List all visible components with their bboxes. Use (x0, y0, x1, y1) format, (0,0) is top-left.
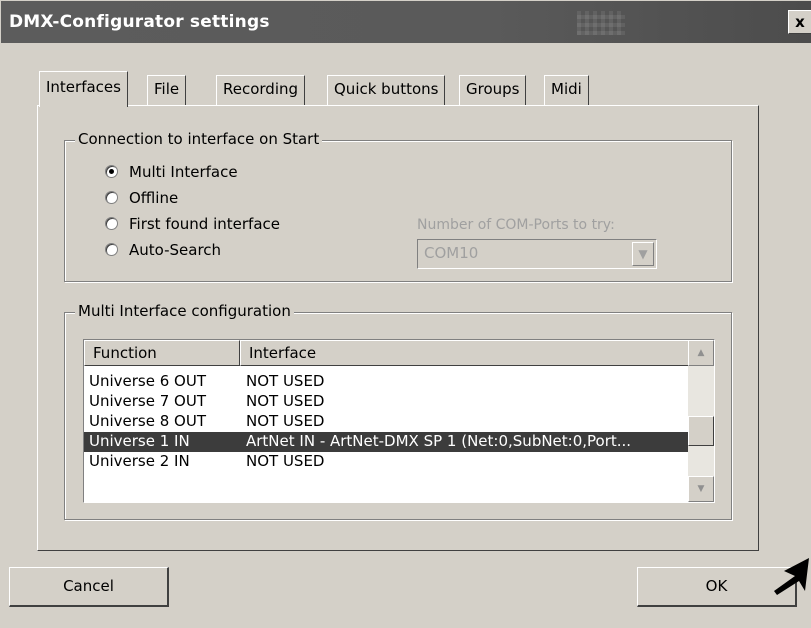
tab-groups[interactable]: Groups (459, 75, 527, 105)
cell-function: Universe 6 OUT (89, 372, 206, 390)
com-ports-dropdown[interactable]: COM10 ▼ (417, 239, 657, 269)
settings-dialog: DMX-Configurator settings x Interfaces F… (0, 0, 811, 628)
cell-interface: ArtNet IN - ArtNet-DMX SP 1 (Net:0,SubNe… (246, 432, 632, 450)
list-row[interactable]: Universe 6 OUT NOT USED (84, 372, 704, 392)
tab-recording[interactable]: Recording (216, 75, 306, 105)
chevron-down-icon[interactable]: ▼ (632, 242, 654, 266)
vertical-scrollbar[interactable]: ▲ ▼ (688, 340, 714, 502)
radio-button[interactable] (105, 243, 118, 256)
cell-function: Universe 1 IN (89, 432, 190, 450)
close-button[interactable]: x (788, 10, 811, 34)
multi-interface-group: Multi Interface configuration Function I… (64, 302, 732, 520)
list-header: Function Interface (84, 340, 706, 366)
cell-interface: NOT USED (246, 452, 325, 470)
cell-interface: NOT USED (246, 412, 325, 430)
connection-group-legend: Connection to interface on Start (75, 130, 323, 148)
dialog-title: DMX-Configurator settings (9, 12, 270, 32)
pointer-arrow-icon (774, 558, 809, 595)
list-row[interactable]: Universe 2 IN NOT USED (84, 452, 704, 472)
interfaces-tab-panel: Connection to interface on Start Multi I… (37, 105, 759, 551)
multi-interface-group-legend: Multi Interface configuration (75, 302, 294, 320)
cell-function: Universe 2 IN (89, 452, 190, 470)
radio-label: Auto-Search (129, 241, 222, 259)
multi-interface-list[interactable]: Function Interface Universe 6 OUT NOT US… (83, 339, 715, 503)
cell-function: Universe 8 OUT (89, 412, 206, 430)
close-icon: x (795, 13, 805, 31)
connection-group: Connection to interface on Start Multi I… (64, 130, 732, 282)
title-bar[interactable]: DMX-Configurator settings x (1, 1, 811, 43)
radio-label: First found interface (129, 215, 280, 233)
cell-interface: NOT USED (246, 392, 325, 410)
scroll-up-arrow-icon[interactable]: ▲ (688, 340, 714, 366)
tab-midi[interactable]: Midi (544, 75, 589, 105)
com-ports-value: COM10 (424, 244, 479, 262)
list-row[interactable]: Universe 8 OUT NOT USED (84, 412, 704, 432)
radio-button[interactable] (105, 191, 118, 204)
radio-button[interactable] (105, 217, 118, 230)
com-ports-label: Number of COM-Ports to try: (417, 217, 615, 233)
column-header-function[interactable]: Function (84, 340, 240, 366)
cell-function: Universe 7 OUT (89, 392, 206, 410)
cancel-button[interactable]: Cancel (9, 567, 169, 607)
radio-label: Offline (129, 189, 179, 207)
scroll-thumb[interactable] (688, 416, 714, 446)
scroll-down-arrow-icon[interactable]: ▼ (688, 476, 714, 502)
cell-interface: NOT USED (246, 372, 325, 390)
title-bar-pattern (577, 11, 625, 35)
tab-file[interactable]: File (147, 75, 187, 105)
tab-quick-buttons[interactable]: Quick buttons (327, 75, 446, 105)
radio-label: Multi Interface (129, 163, 238, 181)
column-header-interface[interactable]: Interface (240, 340, 702, 366)
list-rows: Universe 6 OUT NOT USED Universe 7 OUT N… (84, 372, 704, 472)
list-row[interactable]: Universe 7 OUT NOT USED (84, 392, 704, 412)
radio-button[interactable] (105, 165, 118, 178)
list-row-selected[interactable]: Universe 1 IN ArtNet IN - ArtNet-DMX SP … (84, 432, 704, 452)
tab-interfaces[interactable]: Interfaces (39, 71, 128, 107)
